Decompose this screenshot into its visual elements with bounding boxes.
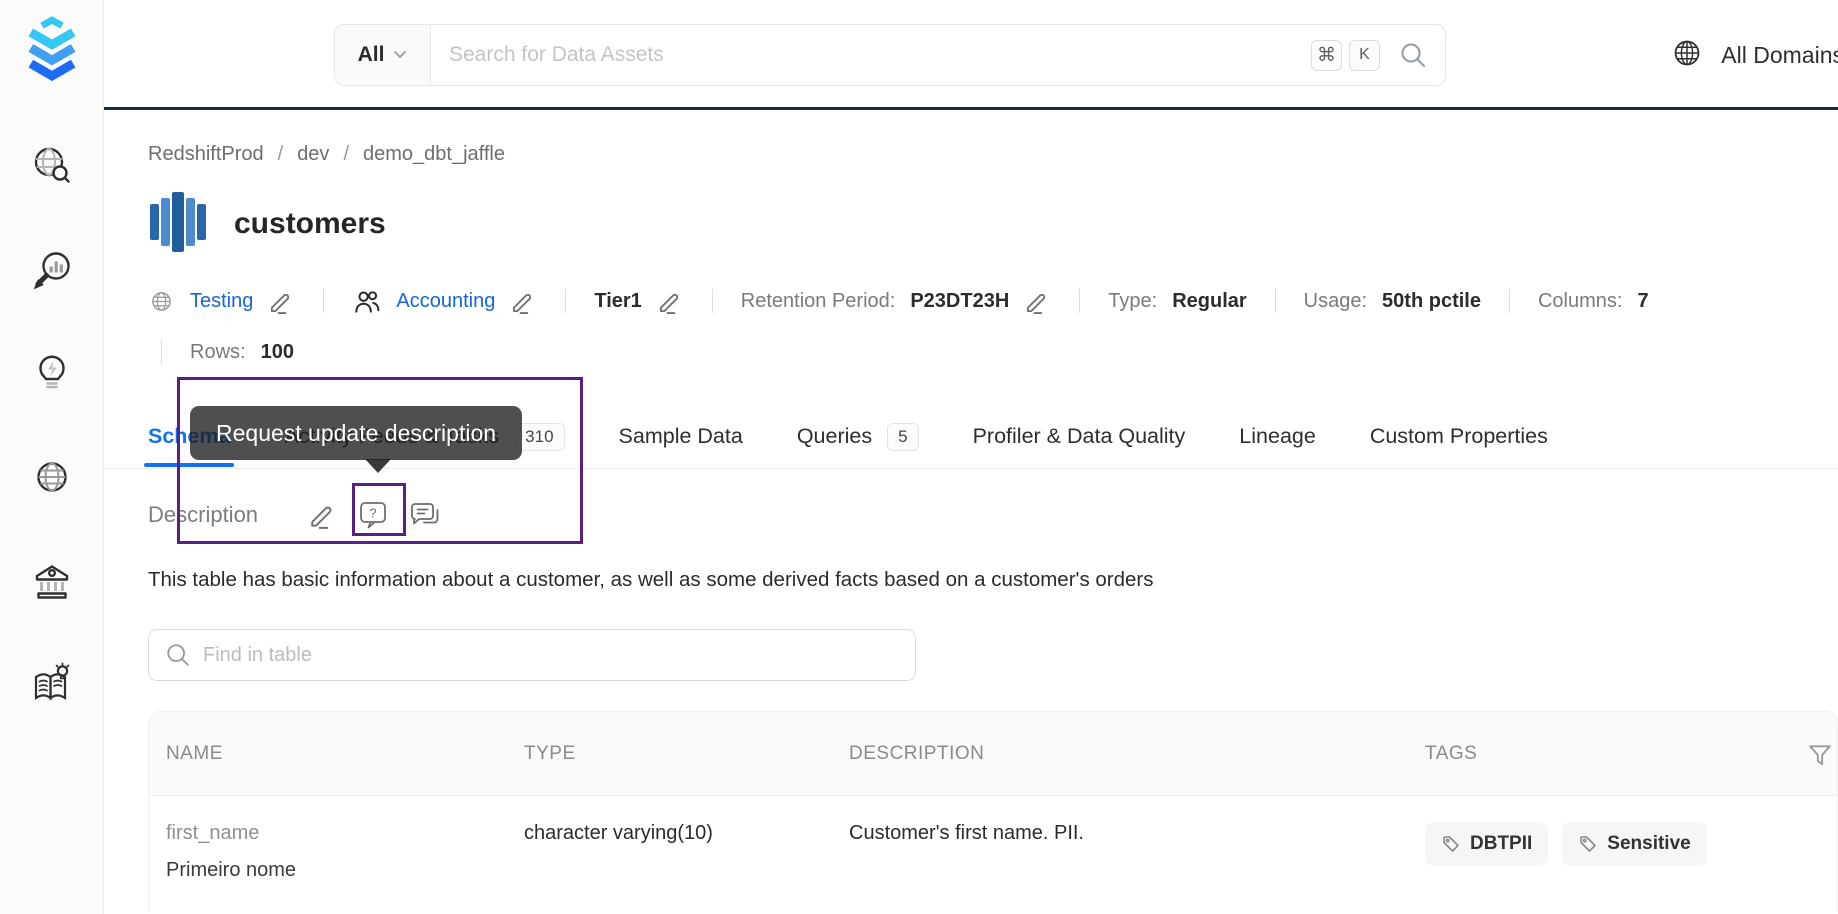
breadcrumb-service[interactable]: RedshiftProd	[148, 143, 264, 166]
domain-selector[interactable]: All Domains	[1669, 28, 1838, 82]
breadcrumb: RedshiftProd / dev / demo_dbt_jaffle	[148, 143, 505, 166]
rows-label: Rows:	[190, 340, 246, 363]
k-key-badge: K	[1349, 39, 1380, 71]
search-scope-value: All	[357, 43, 385, 66]
breadcrumb-separator: /	[343, 143, 349, 165]
column-description: Customer's first name. PII.	[849, 822, 1084, 844]
cmd-key-badge: ⌘	[1311, 39, 1342, 71]
tier-value: Tier1	[594, 289, 642, 312]
redshift-table-icon	[148, 190, 208, 259]
description-header: Description ?	[148, 487, 442, 543]
global-search-input[interactable]	[431, 43, 1311, 67]
column-display-name: Primeiro nome	[166, 859, 297, 881]
schema-table: NAME TYPE DESCRIPTION TAGS first_name Pr…	[148, 711, 1838, 912]
globe-icon	[1669, 35, 1705, 76]
insights-lightbulb-icon[interactable]	[29, 350, 75, 396]
svg-text:?: ?	[369, 506, 376, 521]
description-text: This table has basic information about a…	[148, 568, 1154, 591]
breadcrumb-schema[interactable]: demo_dbt_jaffle	[363, 143, 505, 166]
tag-icon	[1580, 836, 1597, 852]
table-header-row: NAME TYPE DESCRIPTION TAGS	[149, 712, 1837, 796]
tab-queries[interactable]: Queries 5	[797, 405, 919, 468]
usage-label: Usage:	[1303, 289, 1368, 312]
retention-label: Retention Period:	[740, 289, 896, 312]
columns-label: Columns:	[1537, 289, 1623, 312]
request-description-icon[interactable]: ?	[356, 498, 390, 532]
observability-search-chart-icon[interactable]	[29, 246, 75, 292]
search-icon	[167, 644, 189, 666]
domain-globe-icon	[148, 288, 175, 315]
govern-bank-icon[interactable]	[29, 558, 75, 604]
comments-icon[interactable]	[408, 498, 442, 532]
team-icon	[352, 287, 381, 316]
entity-page: RedshiftProd / dev / demo_dbt_jaffle cus…	[104, 113, 1838, 914]
search-scope-dropdown[interactable]: All	[335, 25, 431, 85]
queries-count-badge: 5	[887, 422, 919, 451]
edit-retention-pencil-icon[interactable]	[1024, 288, 1051, 315]
tab-sample-data[interactable]: Sample Data	[619, 405, 743, 468]
edit-domain-pencil-icon[interactable]	[268, 288, 295, 315]
column-tags-cell: DBTPII Sensitive	[1425, 822, 1837, 882]
type-value: Regular	[1172, 289, 1247, 312]
column-name[interactable]: first_name	[166, 822, 259, 844]
domain-link[interactable]: Testing	[190, 290, 253, 313]
column-name-cell: first_name Primeiro nome	[149, 822, 524, 882]
page-title: customers	[234, 207, 386, 240]
col-header-description: DESCRIPTION	[849, 742, 985, 764]
entity-rows-row: Rows: 100	[148, 337, 294, 367]
edit-owner-pencil-icon[interactable]	[510, 288, 537, 315]
sidebar	[0, 0, 104, 914]
domains-globe-icon[interactable]	[29, 454, 75, 500]
edit-description-pencil-icon[interactable]	[308, 500, 338, 530]
table-row: first_name Primeiro nome character varyi…	[149, 796, 1837, 912]
chevron-down-icon	[393, 46, 407, 64]
col-header-type: TYPE	[524, 742, 576, 764]
tag-icon	[1443, 836, 1459, 852]
owner-link[interactable]: Accounting	[396, 290, 495, 313]
entity-title-row: customers	[148, 191, 386, 257]
tab-profiler[interactable]: Profiler & Data Quality	[973, 405, 1186, 468]
tag-chip[interactable]: Sensitive	[1562, 822, 1707, 866]
domain-selector-value: All Domains	[1721, 41, 1838, 68]
tooltip-caret-icon	[365, 459, 391, 473]
sidebar-nav	[0, 142, 104, 708]
column-type: character varying(10)	[524, 822, 713, 844]
col-header-name: NAME	[166, 742, 223, 764]
tag-chip[interactable]: DBTPII	[1425, 822, 1549, 866]
app-logo-icon[interactable]	[20, 12, 84, 84]
rows-value: 100	[260, 340, 294, 363]
col-header-tags: TAGS	[1425, 742, 1478, 764]
find-in-table-input[interactable]	[203, 643, 915, 667]
usage-value: 50th pctile	[1382, 289, 1481, 312]
tab-lineage[interactable]: Lineage	[1239, 405, 1316, 468]
edit-tier-pencil-icon[interactable]	[657, 288, 684, 315]
tab-custom-properties[interactable]: Custom Properties	[1370, 405, 1548, 468]
tooltip-text: Request update description	[216, 419, 497, 446]
entity-meta-row: Testing Accounting Tier1 Retention Perio…	[148, 285, 1649, 317]
columns-value: 7	[1637, 289, 1649, 312]
description-label: Description	[148, 502, 259, 527]
tooltip: Request update description	[190, 406, 523, 460]
type-label: Type:	[1108, 289, 1158, 312]
global-search-bar: All ⌘ K	[334, 24, 1446, 86]
breadcrumb-database[interactable]: dev	[297, 143, 329, 166]
topbar: All ⌘ K All Domains	[104, 0, 1838, 110]
search-icon[interactable]	[1399, 41, 1427, 69]
breadcrumb-separator: /	[277, 143, 284, 165]
retention-value: P23DT23H	[910, 289, 1010, 312]
explore-globe-search-icon[interactable]	[29, 142, 75, 188]
find-in-table	[148, 629, 916, 681]
tags-filter-icon[interactable]	[1807, 742, 1833, 773]
glossary-book-icon[interactable]	[29, 662, 75, 708]
